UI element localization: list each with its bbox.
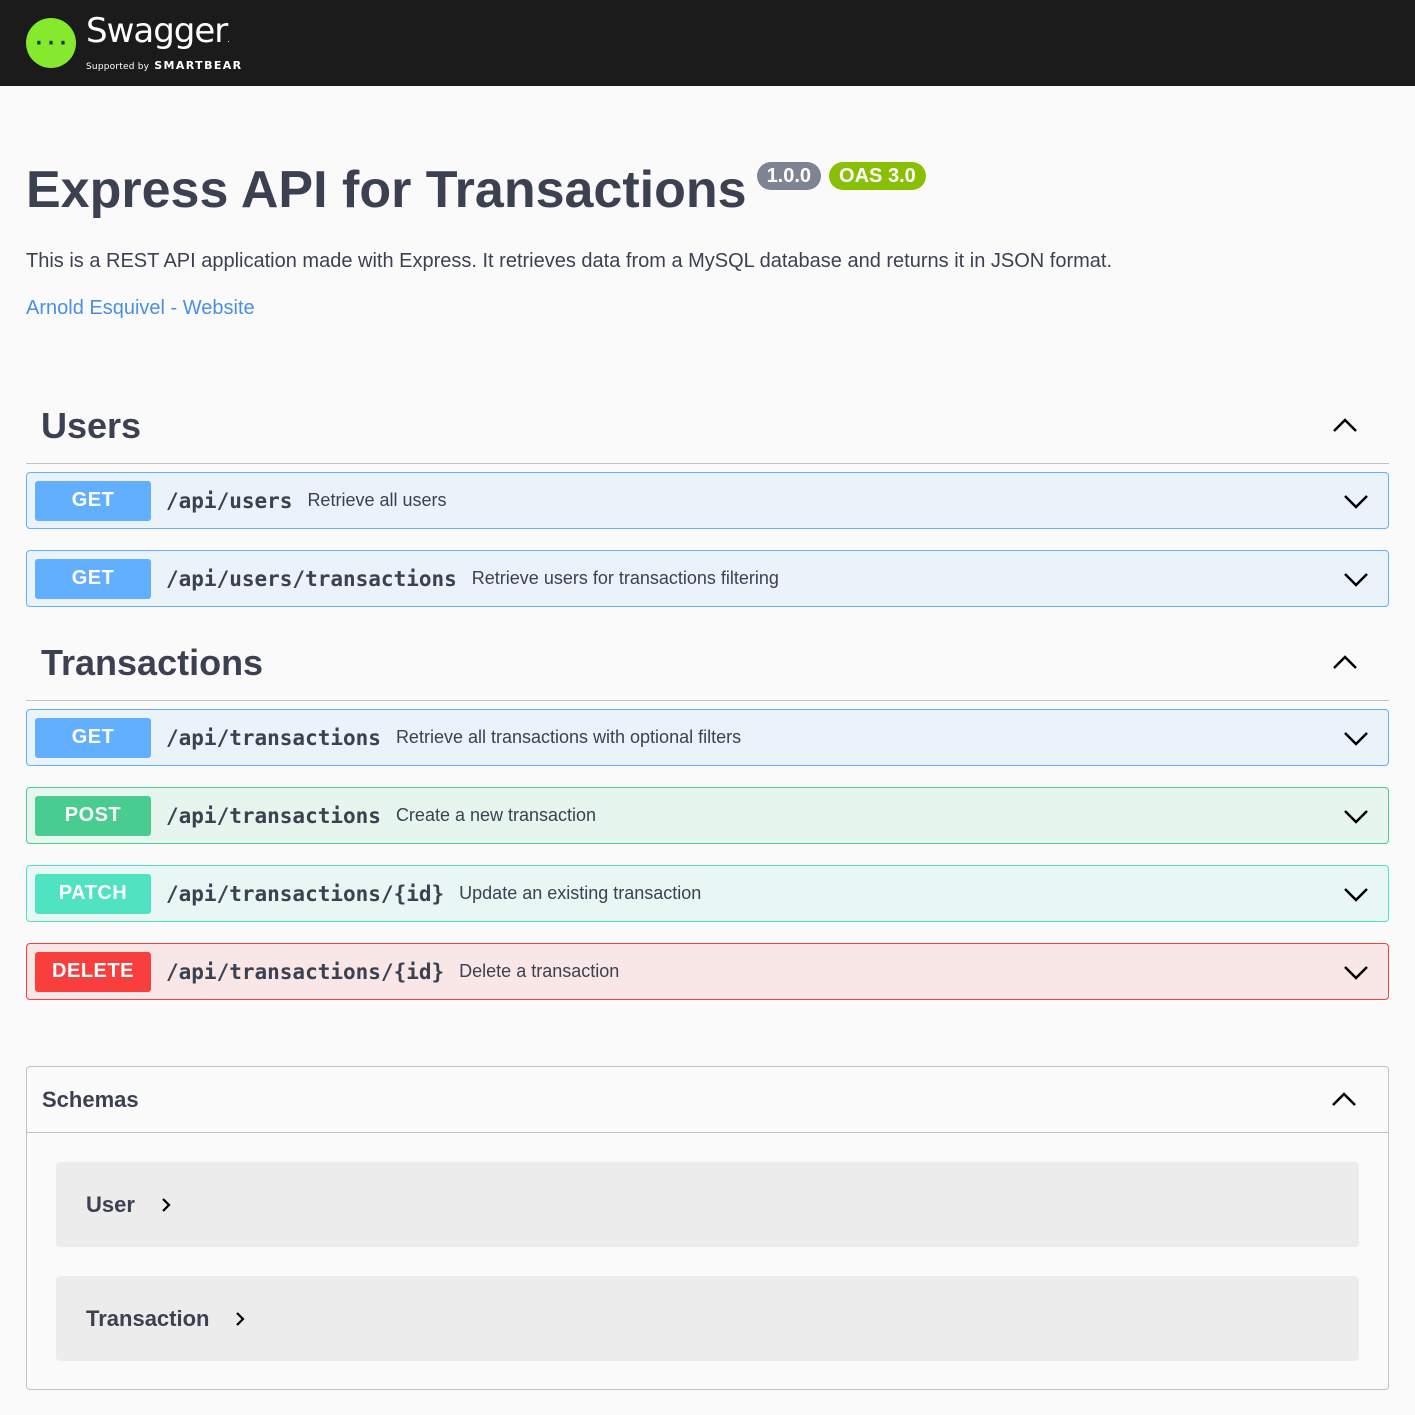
swagger-logo-link[interactable]: {···} Swagger. Supported by SMARTBEAR xyxy=(26,14,243,72)
chevron-down-icon[interactable] xyxy=(1342,880,1370,908)
opblock-post-transactions[interactable]: POST /api/transactions Create a new tran… xyxy=(26,787,1389,844)
chevron-down-icon[interactable] xyxy=(1342,958,1370,986)
operation-path: /api/users xyxy=(166,488,293,513)
svg-text:{···}: {···} xyxy=(34,31,68,55)
opblock-get-users-transactions[interactable]: GET /api/users/transactions Retrieve use… xyxy=(26,550,1389,607)
operation-summary: Create a new transaction xyxy=(395,805,597,825)
chevron-up-icon[interactable] xyxy=(1331,649,1359,677)
model-transaction[interactable]: Transaction xyxy=(56,1276,1359,1361)
chevron-right-icon[interactable] xyxy=(157,1196,175,1214)
opblock-get-transactions[interactable]: GET /api/transactions Retrieve all trans… xyxy=(26,709,1389,766)
model-user[interactable]: User xyxy=(56,1162,1359,1247)
opblock-patch-transaction[interactable]: PATCH /api/transactions/{id} Update an e… xyxy=(26,865,1389,922)
chevron-up-icon[interactable] xyxy=(1330,1086,1358,1114)
tag-header-users[interactable]: Users xyxy=(26,388,1389,464)
operation-path: /api/transactions xyxy=(166,803,381,828)
logo-name: Swagger xyxy=(86,11,228,51)
operation-summary: Retrieve users for transactions filterin… xyxy=(471,568,779,588)
chevron-down-icon[interactable] xyxy=(1342,487,1370,515)
api-description: This is a REST API application made with… xyxy=(26,250,1113,272)
method-badge: PATCH xyxy=(35,873,151,914)
page-title: Express API for Transactions xyxy=(26,161,747,219)
schemas-header[interactable]: Schemas xyxy=(27,1067,1388,1133)
operation-summary: Retrieve all users xyxy=(307,490,447,510)
chevron-right-icon[interactable] xyxy=(231,1310,249,1328)
method-badge: GET xyxy=(35,480,151,521)
method-badge: POST xyxy=(35,795,151,836)
operation-summary: Retrieve all transactions with optional … xyxy=(395,727,742,747)
tag-title: Transactions xyxy=(41,641,264,683)
schemas-section: Schemas User Transaction xyxy=(26,1066,1389,1390)
method-badge: DELETE xyxy=(35,951,151,992)
topbar: {···} Swagger. Supported by SMARTBEAR xyxy=(0,0,1415,86)
opblock-delete-transaction[interactable]: DELETE /api/transactions/{id} Delete a t… xyxy=(26,943,1389,1000)
schemas-title: Schemas xyxy=(42,1086,139,1112)
logo-brand: SMARTBEAR xyxy=(154,59,243,72)
operation-path: /api/users/transactions xyxy=(166,566,457,591)
version-badge: 1.0.0 xyxy=(756,162,822,190)
method-badge: GET xyxy=(35,558,151,599)
chevron-down-icon[interactable] xyxy=(1342,724,1370,752)
model-name: User xyxy=(86,1191,135,1217)
method-badge: GET xyxy=(35,717,151,758)
oas-badge: OAS 3.0 xyxy=(829,162,926,190)
tag-section-users: Users GET /api/users Retrieve all users … xyxy=(26,388,1389,607)
logo-sub: Supported by xyxy=(86,62,150,72)
operation-summary: Update an existing transaction xyxy=(459,883,702,903)
api-info: Express API for Transactions 1.0.0 OAS 3… xyxy=(0,162,1415,320)
operation-path: /api/transactions xyxy=(166,725,381,750)
operation-path: /api/transactions/{id} xyxy=(166,959,445,984)
opblock-get-users[interactable]: GET /api/users Retrieve all users xyxy=(26,472,1389,529)
chevron-down-icon[interactable] xyxy=(1342,802,1370,830)
contact-link[interactable]: Arnold Esquivel - Website xyxy=(26,297,255,320)
operation-path: /api/transactions/{id} xyxy=(166,881,445,906)
chevron-down-icon[interactable] xyxy=(1342,565,1370,593)
logo-tm: . xyxy=(227,35,230,44)
tag-section-transactions: Transactions GET /api/transactions Retri… xyxy=(26,625,1389,1000)
operation-summary: Delete a transaction xyxy=(459,961,620,981)
model-name: Transaction xyxy=(86,1305,210,1331)
chevron-up-icon[interactable] xyxy=(1331,412,1359,440)
tag-title: Users xyxy=(41,404,142,446)
tag-header-transactions[interactable]: Transactions xyxy=(26,625,1389,701)
swagger-logo-icon: {···} xyxy=(26,18,76,68)
